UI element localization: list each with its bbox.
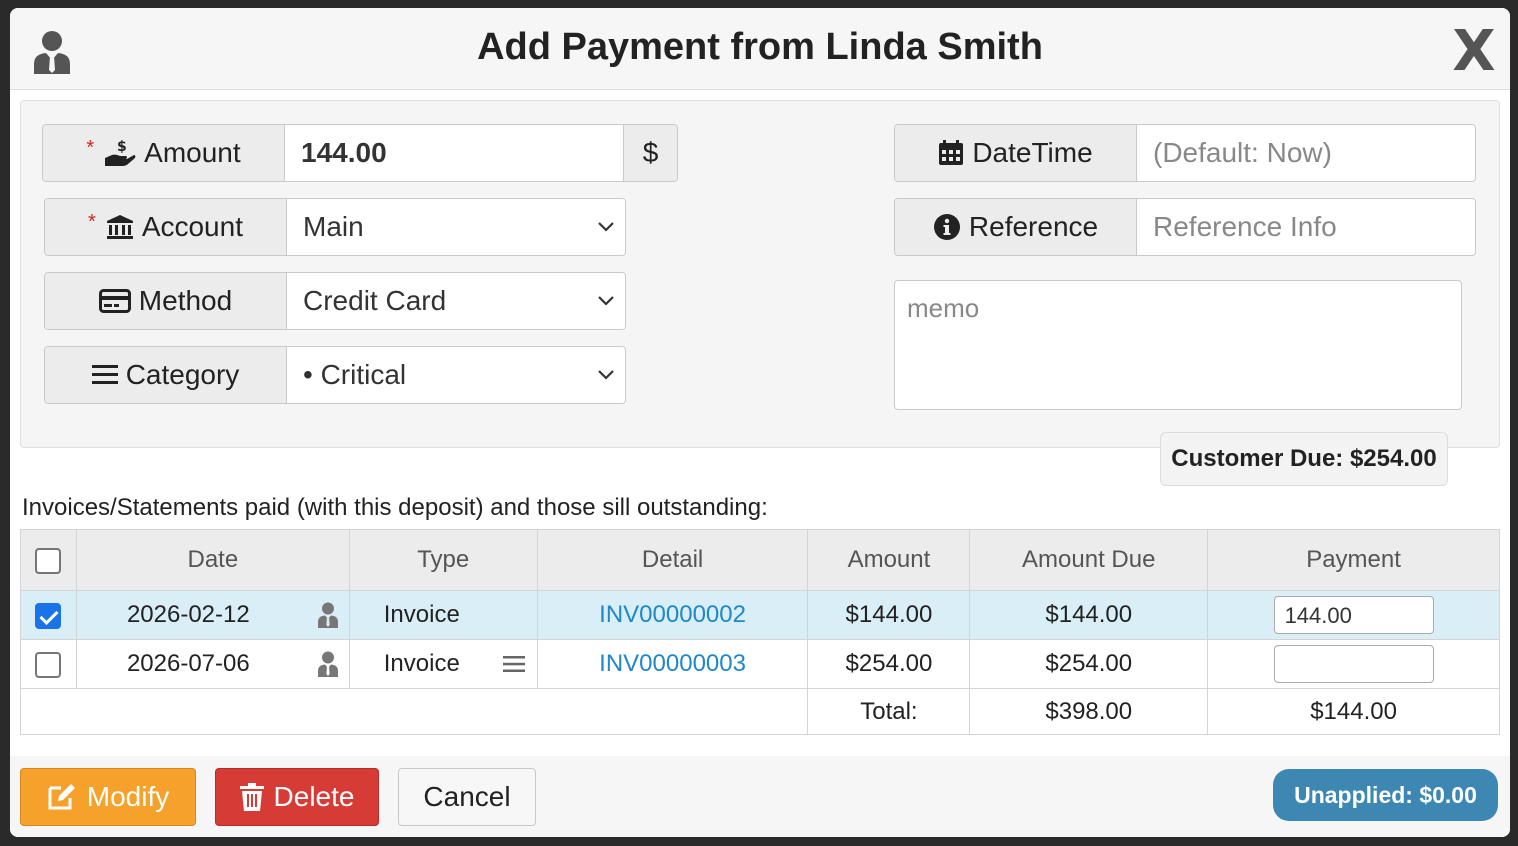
account-field: * Account Main — [44, 198, 626, 256]
edit-icon — [48, 784, 75, 810]
invoice-type: Invoice — [383, 601, 460, 628]
hand-money-icon: $ — [105, 139, 136, 166]
calendar-icon — [939, 140, 964, 165]
modify-button[interactable]: Modify — [20, 768, 196, 826]
payment-input[interactable]: 144.00 — [1273, 596, 1434, 634]
reference-field: Reference Reference Info — [894, 198, 1476, 256]
method-label: Method — [45, 273, 287, 329]
category-select[interactable]: • Critical — [287, 347, 625, 403]
unapplied-badge: Unapplied: $0.00 — [1273, 769, 1498, 821]
column-header-payment[interactable]: Payment — [1207, 529, 1500, 591]
datetime-input[interactable]: (Default: Now) — [1137, 125, 1475, 181]
table-row[interactable]: 2026-07-06 Invoice INV00000003 $254.00 $… — [20, 639, 1500, 689]
chevron-down-icon — [598, 370, 614, 380]
invoice-type: Invoice — [383, 650, 460, 677]
method-field: Method Credit Card — [44, 272, 626, 330]
row-checkbox[interactable] — [35, 651, 62, 678]
totals-row: Total: $398.00 $144.00 — [19, 688, 1500, 735]
menu-icon[interactable] — [502, 655, 525, 673]
category-field: Category • Critical — [44, 346, 626, 404]
datetime-field: DateTime (Default: Now) — [894, 124, 1476, 182]
column-header-amount[interactable]: Amount — [807, 529, 971, 591]
invoices-table: Date Type Detail Amount Amount Due Payme… — [19, 529, 1500, 735]
trash-icon — [239, 783, 264, 811]
invoice-link[interactable]: INV00000002 — [599, 601, 746, 628]
invoice-amount: $254.00 — [807, 639, 971, 689]
customer-due-badge: Customer Due: $254.00 — [1160, 432, 1448, 486]
select-all-cell — [20, 529, 77, 591]
invoices-section-title: Invoices/Statements paid (with this depo… — [22, 494, 768, 521]
delete-button[interactable]: Delete — [215, 768, 379, 826]
chevron-down-icon — [598, 222, 614, 232]
user-icon[interactable] — [317, 651, 339, 677]
bank-icon — [106, 215, 133, 239]
close-button[interactable]: X — [1450, 24, 1498, 80]
reference-label: Reference — [895, 199, 1137, 255]
memo-textarea[interactable]: memo — [894, 280, 1462, 410]
list-icon — [91, 365, 118, 384]
amount-input[interactable]: 144.00 — [285, 125, 623, 181]
chevron-down-icon — [598, 296, 614, 306]
dialog-title: Add Payment from Linda Smith — [477, 26, 1043, 68]
currency-addon: $ — [623, 125, 677, 181]
amount-field: * $ Amount 144.00 $ — [42, 124, 678, 182]
select-all-checkbox[interactable] — [35, 547, 62, 574]
credit-card-icon — [98, 289, 131, 313]
category-label: Category — [45, 347, 287, 403]
invoice-amount: $144.00 — [807, 590, 971, 640]
info-icon — [933, 214, 960, 240]
dialog-footer: Modify Delete Cancel Unapplied: $0.00 — [10, 756, 1510, 837]
column-header-detail[interactable]: Detail — [536, 529, 809, 591]
dialog-header: Add Payment from Linda Smith X — [10, 8, 1510, 90]
table-header-row: Date Type Detail Amount Amount Due Payme… — [20, 529, 1500, 591]
invoice-amount-due: $254.00 — [969, 639, 1209, 689]
required-mark: * — [86, 137, 95, 159]
amount-label: * $ Amount — [43, 125, 285, 181]
svg-text:$: $ — [117, 139, 127, 155]
method-select[interactable]: Credit Card — [287, 273, 625, 329]
column-header-date[interactable]: Date — [75, 529, 350, 591]
datetime-label: DateTime — [895, 125, 1137, 181]
reference-input[interactable]: Reference Info — [1137, 199, 1475, 255]
table-row[interactable]: 2026-02-12 Invoice INV00000002 $144.00 $… — [20, 590, 1500, 640]
user-icon[interactable] — [317, 602, 339, 628]
add-payment-dialog: Add Payment from Linda Smith X * $ Amoun… — [10, 8, 1510, 837]
column-header-type[interactable]: Type — [348, 529, 538, 591]
invoice-date: 2026-02-12 — [126, 601, 250, 628]
invoice-date: 2026-07-06 — [126, 650, 250, 677]
invoice-amount-due: $144.00 — [969, 590, 1209, 640]
row-checkbox[interactable] — [35, 602, 62, 629]
invoice-link[interactable]: INV00000003 — [599, 650, 746, 677]
required-mark: * — [88, 211, 96, 233]
payment-input[interactable] — [1273, 645, 1434, 683]
account-label: * Account — [45, 199, 287, 255]
total-payment: $144.00 — [1207, 688, 1500, 735]
column-header-amount-due[interactable]: Amount Due — [969, 529, 1209, 591]
total-amount-due: $398.00 — [969, 688, 1209, 735]
total-label: Total: — [807, 688, 971, 735]
account-select[interactable]: Main — [287, 199, 625, 255]
cancel-button[interactable]: Cancel — [398, 768, 536, 826]
